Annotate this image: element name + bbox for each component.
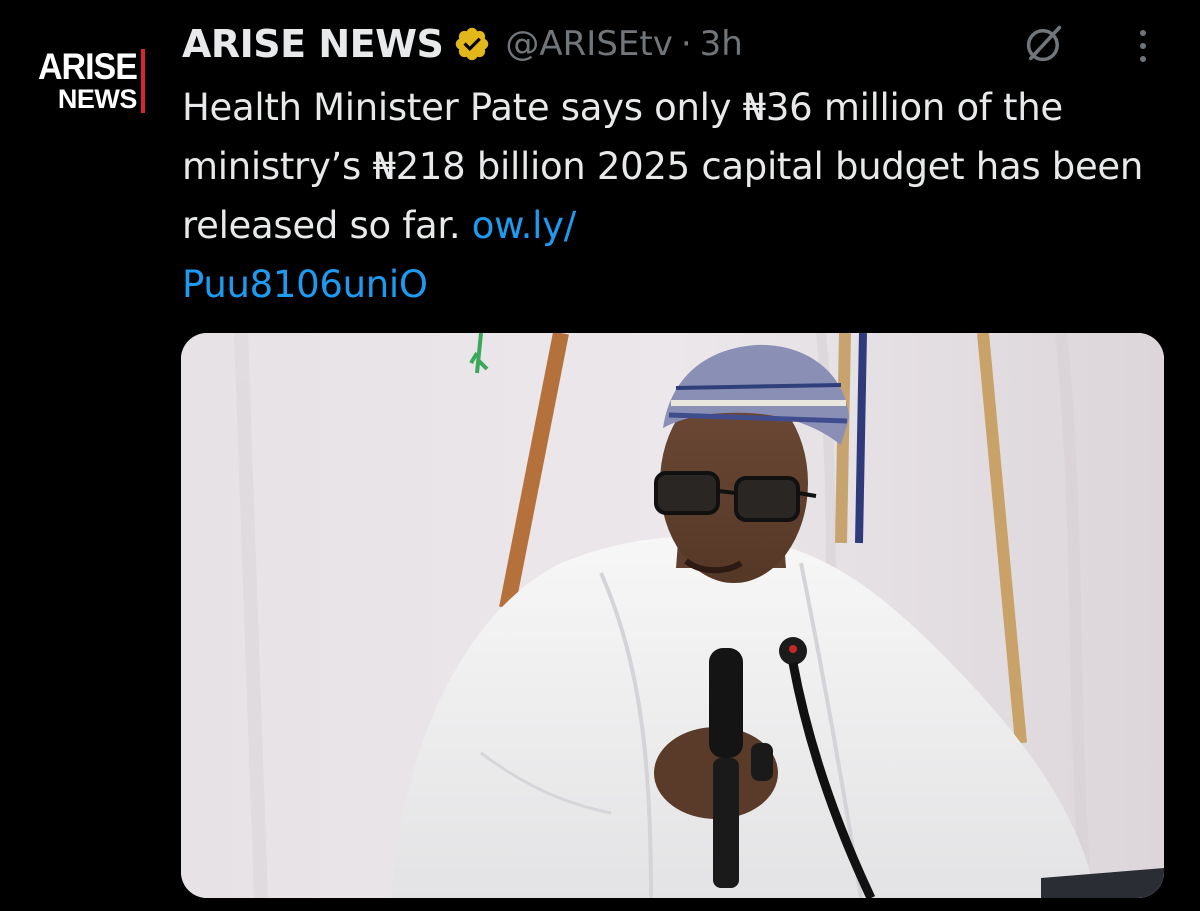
photo-minister-speaking (181, 333, 1164, 898)
tweet-header: ARISE NEWS @ARISEtv · 3h (182, 18, 743, 70)
logo-accent-bar (140, 49, 145, 113)
more-options-button[interactable] (1128, 22, 1158, 70)
timestamp[interactable]: 3h (700, 24, 743, 64)
more-options-icon-dot (1140, 43, 1146, 49)
grok-icon (1026, 25, 1062, 62)
tweet-text: Health Minister Pate says only ₦36 milli… (182, 78, 1172, 314)
separator: · (680, 24, 692, 64)
more-options-icon (1140, 30, 1146, 36)
verified-badge-icon[interactable] (453, 25, 491, 63)
grok-button[interactable] (1018, 18, 1070, 70)
avatar[interactable]: ARISE NEWS (38, 46, 150, 116)
tweet-media-photo[interactable] (181, 333, 1164, 898)
logo-line-2: NEWS (57, 83, 138, 114)
logo-line-1: ARISE (38, 45, 138, 88)
handle[interactable]: @ARISEtv (505, 24, 672, 64)
arise-news-logo: ARISE NEWS (38, 45, 138, 114)
display-name[interactable]: ARISE NEWS (182, 22, 444, 66)
more-options-icon-dot (1140, 56, 1146, 62)
tweet-body: Health Minister Pate says only ₦36 milli… (182, 86, 1144, 247)
tweet[interactable]: ARISE NEWS ARISE NEWS @ARISEtv · 3h Heal… (0, 0, 1200, 911)
